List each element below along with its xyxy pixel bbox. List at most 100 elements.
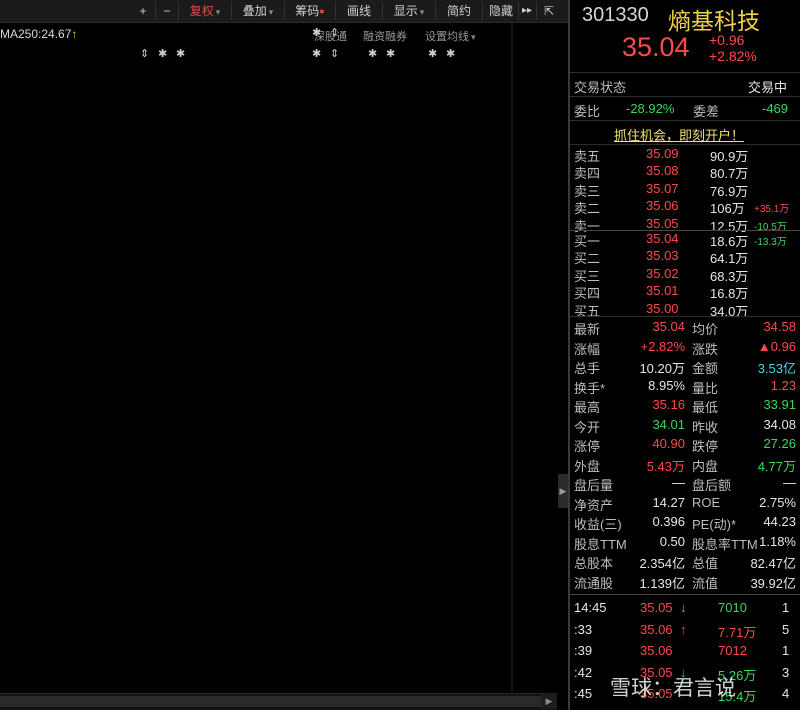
scrollbar-thumb[interactable] xyxy=(0,696,545,707)
stat-value: 34.01 xyxy=(652,416,685,432)
collapse-panel-icon[interactable]: ▶ xyxy=(558,474,568,508)
order-level-label: 买四 xyxy=(574,286,601,302)
tick-count: 5 xyxy=(782,621,790,637)
stat-label: 盘后额 xyxy=(692,478,732,493)
stat-label: 最低 xyxy=(692,400,719,415)
hide-button[interactable]: 隐藏 xyxy=(482,2,519,20)
chart-scrollbar[interactable] xyxy=(0,693,557,710)
order-level-price: 35.04 xyxy=(646,231,679,246)
stat-value: 2.354亿 xyxy=(639,556,685,571)
notification-dot-icon: ● xyxy=(319,6,325,16)
trading-status-label: 交易状态 xyxy=(574,80,627,95)
stat-value: 1.139亿 xyxy=(639,575,685,591)
stat-value: 33.91 xyxy=(763,397,796,412)
stat-label: 均价 xyxy=(692,322,719,337)
stat-value: 35.16 xyxy=(652,397,685,412)
order-level-volume: 90.9万 xyxy=(710,149,749,164)
stat-value: — xyxy=(783,475,796,490)
more-tools-icon[interactable]: ▸▸ xyxy=(518,2,535,20)
stat-value: 14.27 xyxy=(652,494,685,510)
order-level-volume: 106万 xyxy=(710,201,745,217)
order-level-price: 35.00 xyxy=(646,300,679,316)
order-level-volume: 80.7万 xyxy=(710,166,749,182)
chart-toolbar: + − 复权 叠加 筹码● 画线 显示 简约 隐藏 ▸▸ ⇱ xyxy=(0,0,568,23)
tick-count: 3 xyxy=(782,664,790,680)
weicha-value: -469 xyxy=(762,101,789,116)
weibi-label: 委比 xyxy=(574,104,601,119)
simple-mode-button[interactable]: 简约 xyxy=(435,2,482,20)
tick-time: :33 xyxy=(574,621,593,637)
stat-label: 流通股 xyxy=(574,575,614,591)
stat-label: 收益(三) xyxy=(574,517,622,532)
stat-label: 今开 xyxy=(574,419,601,435)
price-change-pct: +2.82% xyxy=(709,48,757,64)
divider xyxy=(570,230,800,231)
zoom-in-button[interactable]: + xyxy=(133,2,153,20)
divider xyxy=(570,72,800,73)
divider xyxy=(570,120,800,121)
stat-value: 39.92亿 xyxy=(750,575,796,591)
order-level-price: 35.03 xyxy=(646,248,679,264)
divider xyxy=(570,316,800,317)
tick-price: 35.06 xyxy=(640,643,673,658)
display-dropdown[interactable]: 显示 xyxy=(382,2,435,20)
order-level-price: 35.06 xyxy=(646,198,679,214)
stat-label: 涨跌 xyxy=(692,341,719,357)
order-level-volume: 68.3万 xyxy=(710,268,749,284)
order-level-price: 35.07 xyxy=(646,180,679,196)
stat-value: 34.08 xyxy=(763,416,796,432)
order-level-price: 35.05 xyxy=(646,215,679,231)
order-level-label: 买二 xyxy=(574,251,601,267)
stat-label: 量比 xyxy=(692,380,719,396)
divider xyxy=(570,96,800,97)
collapse-icon[interactable]: ⇱ xyxy=(536,2,561,20)
tick-time: :45 xyxy=(574,686,593,701)
stat-label: 内盘 xyxy=(692,458,719,474)
stat-label: 股息TTM xyxy=(574,536,627,552)
tick-time: :39 xyxy=(574,643,593,658)
order-level-volume: 64.1万 xyxy=(710,251,749,267)
stat-label: 最高 xyxy=(574,400,601,415)
stock-name: 熵基科技 xyxy=(668,8,760,34)
zoom-out-button[interactable]: − xyxy=(155,2,178,20)
scroll-right-icon[interactable]: ▶ xyxy=(541,693,557,709)
open-account-banner[interactable]: 抓住机会，即刻开户！ xyxy=(614,125,744,144)
chips-label: 筹码 xyxy=(295,4,320,18)
stat-label: PE(动)* xyxy=(692,517,737,532)
tick-price: 35.06 xyxy=(640,621,673,637)
stat-label: 总股本 xyxy=(574,556,614,571)
chips-button[interactable]: 筹码● xyxy=(284,2,335,20)
restore-rights-dropdown[interactable]: 复权 xyxy=(178,2,231,20)
tick-count: 4 xyxy=(782,686,790,701)
current-price: 35.04 xyxy=(622,32,690,62)
stat-value: 3.53亿 xyxy=(757,361,796,376)
stat-value: 0.396 xyxy=(652,514,685,529)
order-level-label: 卖五 xyxy=(574,149,601,164)
order-level-label: 卖四 xyxy=(574,166,601,182)
tick-price: 35.05 xyxy=(640,600,673,615)
stat-value: 82.47亿 xyxy=(750,556,796,571)
stat-value: 0.50 xyxy=(659,533,685,549)
tick-volume: 7.71万 xyxy=(718,624,757,640)
candlestick-chart[interactable]: 38.0037.0036.0035.0034.0033.0032.0031.00… xyxy=(0,22,568,710)
divider xyxy=(570,144,800,145)
draw-line-button[interactable]: 画线 xyxy=(335,2,382,20)
stat-label: ROE xyxy=(692,494,721,510)
stat-label: 昨收 xyxy=(692,419,719,435)
stat-label: 涨幅 xyxy=(574,341,601,357)
stat-value: 40.90 xyxy=(652,436,685,451)
order-level-price: 35.09 xyxy=(646,146,679,161)
stat-label: 流值 xyxy=(692,575,719,591)
order-level-delta: -13.3万 xyxy=(754,237,787,248)
stat-value: 1.23 xyxy=(770,377,796,393)
tick-time: 14:45 xyxy=(574,600,607,615)
stat-label: 总值 xyxy=(692,556,719,571)
overlay-dropdown[interactable]: 叠加 xyxy=(231,2,284,20)
order-level-volume: 18.6万 xyxy=(710,234,749,249)
order-level-label: 买三 xyxy=(574,268,601,284)
order-level-price: 35.02 xyxy=(646,265,679,281)
tick-count: 1 xyxy=(782,600,790,615)
tick-volume: 7010 xyxy=(718,600,747,615)
stat-label: 盘后量 xyxy=(574,478,614,493)
stat-value: 5.43万 xyxy=(646,458,685,474)
